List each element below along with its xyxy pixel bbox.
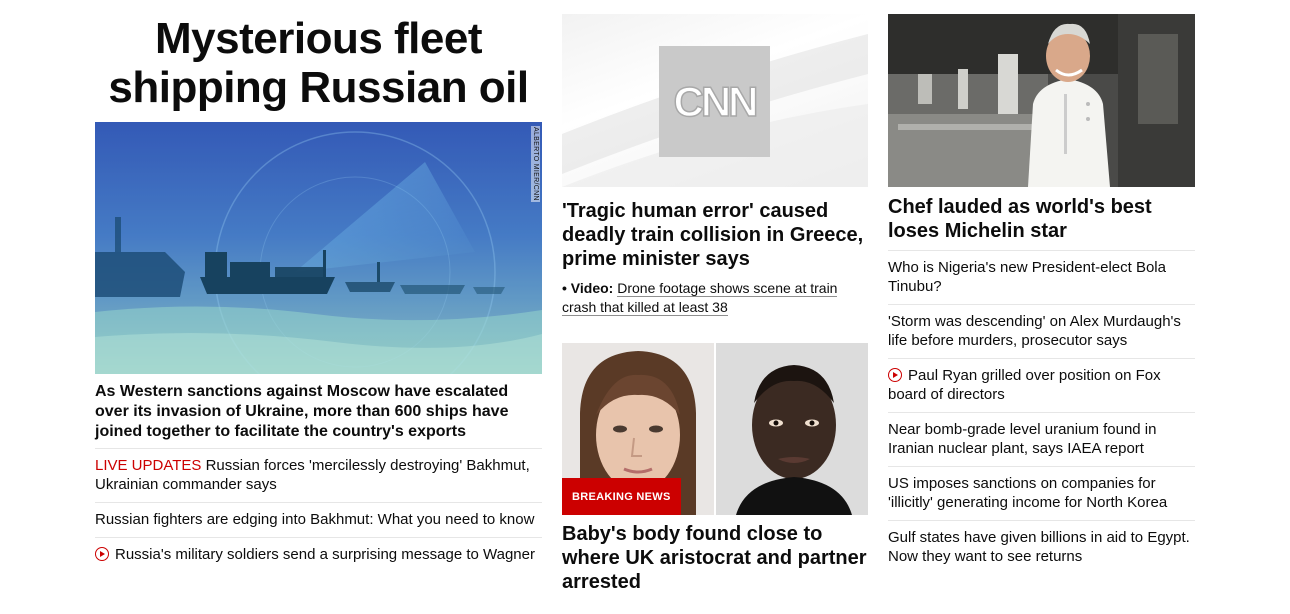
link-text[interactable]: Paul Ryan grilled over position on Fox b… — [888, 367, 1161, 403]
list-item[interactable]: Near bomb-grade level uranium found in I… — [888, 412, 1195, 466]
aristocrat-headline[interactable]: Baby's body found close to where UK aris… — [562, 522, 868, 594]
link-text[interactable]: Russia's military soldiers send a surpri… — [115, 546, 535, 563]
cnn-logo: CNN — [659, 46, 770, 157]
list-item[interactable]: Paul Ryan grilled over position on Fox b… — [888, 358, 1195, 412]
right-column: Chef lauded as world's best loses Michel… — [888, 14, 1195, 574]
list-item[interactable]: Russia's military soldiers send a surpri… — [95, 537, 542, 572]
train-collision-headline[interactable]: 'Tragic human error' caused deadly train… — [562, 199, 868, 271]
link-text[interactable]: Russian fighters are edging into Bakhmut… — [95, 511, 534, 528]
link-text[interactable]: US imposes sanctions on companies for 'i… — [888, 475, 1167, 511]
play-icon — [95, 547, 109, 561]
list-item[interactable]: US imposes sanctions on companies for 'i… — [888, 466, 1195, 520]
cnn-placeholder-image[interactable]: CNN — [562, 14, 868, 187]
link-text[interactable]: Gulf states have given billions in aid t… — [888, 529, 1190, 565]
ships-illustration — [95, 122, 542, 374]
list-item[interactable]: Russian fighters are edging into Bakhmut… — [95, 502, 542, 537]
man-portrait — [716, 343, 868, 515]
lead-description[interactable]: As Western sanctions against Moscow have… — [95, 382, 542, 442]
link-text[interactable]: Who is Nigeria's new President-elect Bol… — [888, 259, 1166, 295]
list-item[interactable]: 'Storm was descending' on Alex Murdaugh'… — [888, 304, 1195, 358]
man-photo — [716, 343, 868, 515]
link-text[interactable]: 'Storm was descending' on Alex Murdaugh'… — [888, 313, 1181, 349]
list-item[interactable]: Gulf states have given billions in aid t… — [888, 520, 1195, 574]
cnn-logo-text: CNN — [673, 77, 760, 126]
lead-headline[interactable]: Mysterious fleet shipping Russian oil — [95, 14, 542, 112]
video-link[interactable]: • Video: Drone footage shows scene at tr… — [562, 279, 868, 317]
right-related-links: Who is Nigeria's new President-elect Bol… — [888, 250, 1195, 574]
lead-related-links: LIVE UPDATES Russian forces 'mercilessly… — [95, 448, 542, 572]
live-updates-label: LIVE UPDATES — [95, 457, 202, 474]
lead-story: Mysterious fleet shipping Russian oil AL… — [95, 14, 542, 572]
lead-image[interactable]: ALBERTO MIER/CNN — [95, 122, 542, 374]
image-credit: ALBERTO MIER/CNN — [531, 126, 540, 202]
list-item[interactable]: LIVE UPDATES Russian forces 'mercilessly… — [95, 448, 542, 502]
play-icon — [888, 368, 902, 382]
list-item[interactable]: Who is Nigeria's new President-elect Bol… — [888, 250, 1195, 304]
chef-kitchen-photo — [888, 14, 1195, 187]
breaking-news-badge: BREAKING NEWS — [562, 478, 681, 515]
chef-headline[interactable]: Chef lauded as world's best loses Michel… — [888, 195, 1195, 243]
video-label: • Video: — [562, 280, 614, 296]
link-text[interactable]: Near bomb-grade level uranium found in I… — [888, 421, 1156, 457]
middle-column: CNN 'Tragic human error' caused deadly t… — [562, 14, 868, 594]
woman-photo: BREAKING NEWS — [562, 343, 714, 515]
chef-image[interactable] — [888, 14, 1195, 187]
suspects-image[interactable]: BREAKING NEWS — [562, 343, 868, 515]
